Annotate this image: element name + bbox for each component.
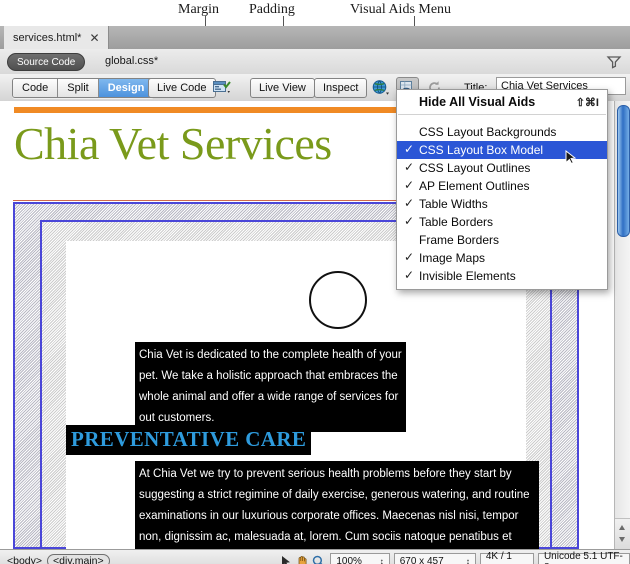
vertical-scrollbar-thumb[interactable] — [617, 105, 630, 237]
scroll-down-icon[interactable] — [619, 537, 625, 542]
menu-item-label: Image Maps — [419, 251, 486, 265]
zoom-value: 100% — [336, 556, 362, 564]
live-view-button[interactable]: Live View — [250, 78, 315, 98]
window-size-control[interactable]: 670 x 457 ↕ — [393, 553, 476, 564]
window-size-stepper-icon[interactable]: ↕ — [466, 557, 470, 564]
funnel-icon[interactable] — [606, 54, 622, 69]
callout-label-visual-aids-menu: Visual Aids Menu — [350, 2, 452, 17]
checkmark-icon: ✓ — [404, 160, 415, 174]
hand-icon[interactable] — [294, 554, 310, 564]
menu-item-label: Frame Borders — [419, 233, 500, 247]
menu-item-frame-borders[interactable]: Frame Borders — [397, 231, 607, 249]
checkmark-icon: ✓ — [404, 250, 415, 264]
menu-item-label: Table Widths — [419, 197, 488, 211]
page-paragraph-2: At Chia Vet we try to prevent serious he… — [135, 461, 539, 549]
tag-selector[interactable]: <body> <div.main> — [7, 554, 110, 564]
pointer-icon[interactable] — [278, 554, 294, 564]
tag-selector-body[interactable]: <body> — [7, 555, 42, 564]
download-size-indicator[interactable]: 4K / 1 sec — [479, 551, 534, 564]
menu-item-ap-element-outlines[interactable]: ✓ AP Element Outlines — [397, 177, 607, 195]
view-mode-split[interactable]: Split — [58, 79, 99, 97]
vertical-scrollbar[interactable] — [614, 101, 630, 549]
zoom-control[interactable]: 100% ↕ — [330, 553, 390, 564]
callout-label-margin: Margin — [178, 2, 219, 17]
visual-aids-dropdown-menu[interactable]: Hide All Visual Aids ⇧⌘I CSS Layout Back… — [396, 89, 608, 290]
menu-item-hide-all-visual-aids[interactable]: Hide All Visual Aids ⇧⌘I — [397, 93, 607, 111]
globe-icon[interactable] — [370, 77, 391, 97]
view-mode-segmented-control[interactable]: Code Split Design — [12, 78, 155, 98]
mouse-cursor-icon — [565, 149, 577, 168]
scroll-up-icon[interactable] — [619, 525, 625, 530]
page-subheading: PREVENTATIVE CARE — [66, 425, 312, 455]
related-file-global-css[interactable]: global.css* — [105, 55, 158, 67]
encoding-indicator[interactable]: Unicode 5.1 UTF-8 — [537, 551, 630, 564]
checkmark-icon: ✓ — [404, 268, 415, 282]
document-tab-label: services.html* — [13, 31, 82, 44]
document-tab-services-html[interactable]: services.html* ✕ — [4, 26, 109, 49]
page-paragraph-1: Chia Vet is dedicated to the complete he… — [135, 342, 406, 432]
checkmark-icon: ✓ — [404, 196, 415, 210]
checkmark-icon: ✓ — [404, 142, 415, 156]
menu-item-label: CSS Layout Outlines — [419, 161, 531, 175]
menu-item-invisible-elements[interactable]: ✓ Invisible Elements — [397, 267, 607, 285]
menu-item-label: AP Element Outlines — [419, 179, 530, 193]
menu-item-css-layout-backgrounds[interactable]: CSS Layout Backgrounds — [397, 123, 607, 141]
menu-item-table-widths[interactable]: ✓ Table Widths — [397, 195, 607, 213]
status-bar-tools: 100% ↕ 670 x 457 ↕ 4K / 1 sec Unicode 5.… — [278, 551, 630, 564]
menu-item-image-maps[interactable]: ✓ Image Maps — [397, 249, 607, 267]
document-tab-strip: services.html* ✕ — [0, 26, 630, 50]
screenshot-root: Margin Padding Visual Aids Menu services… — [0, 0, 630, 564]
menu-item-label: Hide All Visual Aids — [419, 95, 536, 109]
view-mode-code[interactable]: Code — [13, 79, 59, 97]
source-code-button[interactable]: Source Code — [7, 53, 86, 71]
checkmark-icon: ✓ — [404, 214, 415, 228]
window-size-value: 670 x 457 — [399, 556, 444, 564]
menu-item-shortcut: ⇧⌘I — [575, 96, 599, 109]
magnifier-icon[interactable] — [310, 554, 326, 564]
checkmark-icon: ✓ — [404, 178, 415, 192]
menu-item-label: Table Borders — [419, 215, 494, 229]
menu-item-label: CSS Layout Box Model — [419, 143, 544, 157]
close-icon[interactable]: ✕ — [89, 32, 99, 44]
zoom-stepper-icon[interactable]: ↕ — [380, 557, 384, 564]
status-bar: <body> <div.main> 100% ↕ 670 x 457 ↕ 4K … — [0, 549, 630, 564]
menu-item-label: CSS Layout Backgrounds — [419, 125, 557, 139]
callout-label-padding: Padding — [249, 2, 295, 17]
annotation-circle — [309, 271, 367, 329]
related-files-bar: Source Code global.css* — [0, 49, 630, 75]
inspect-button[interactable]: Inspect — [314, 78, 368, 98]
page-site-title: Chia Vet Services — [14, 118, 332, 169]
scrollbar-stepper-buttons[interactable] — [615, 518, 630, 549]
menu-separator — [398, 114, 606, 115]
menu-item-table-borders[interactable]: ✓ Table Borders — [397, 213, 607, 231]
view-mode-design[interactable]: Design — [98, 79, 154, 97]
tag-selector-div-main[interactable]: <div.main> — [47, 554, 110, 564]
menu-item-label: Invisible Elements — [419, 269, 516, 283]
live-code-button[interactable]: Live Code — [148, 78, 216, 98]
live-code-options-icon[interactable] — [212, 77, 233, 97]
